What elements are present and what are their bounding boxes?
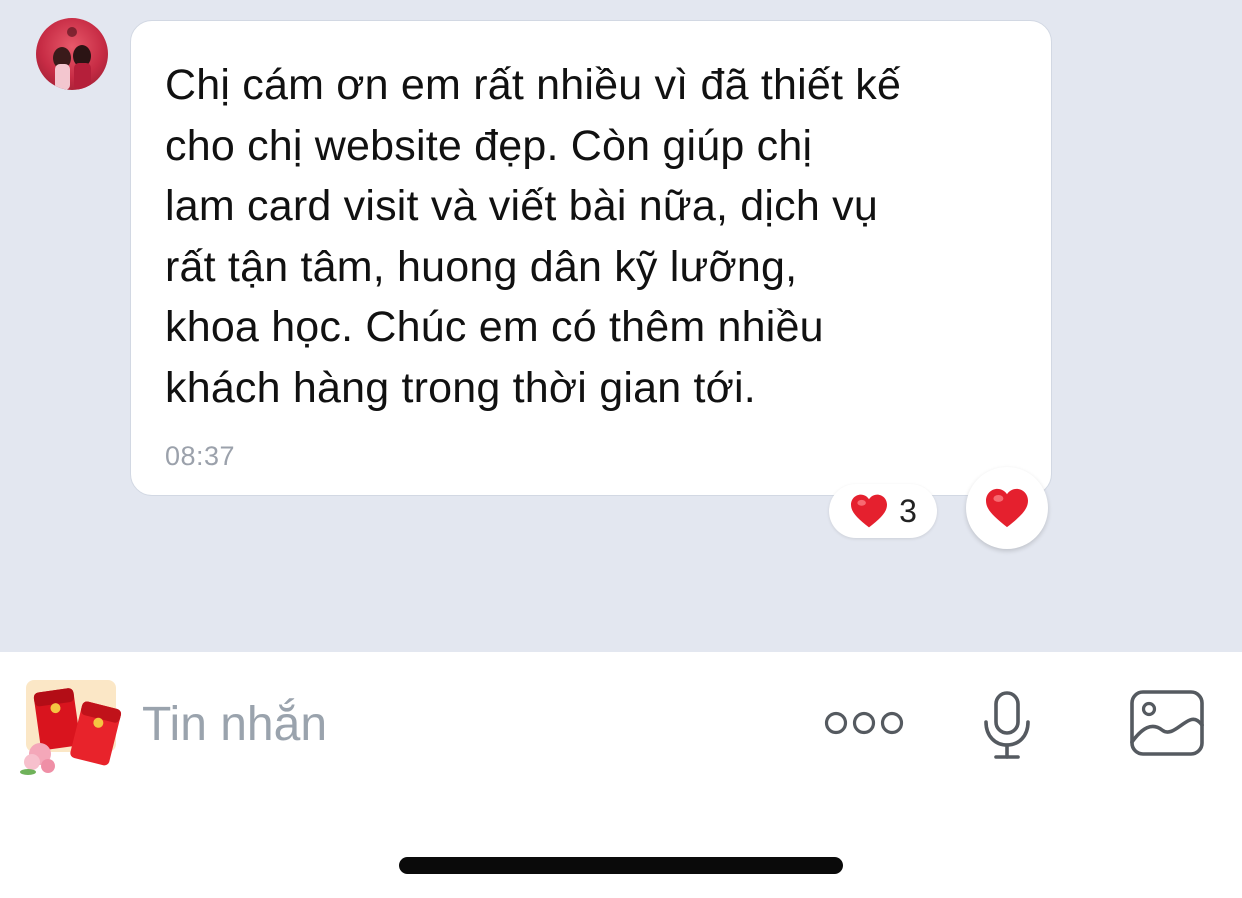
- sender-avatar[interactable]: [36, 18, 108, 90]
- message-composer: [0, 652, 1242, 792]
- more-icon[interactable]: [822, 707, 906, 739]
- message-bubble[interactable]: Chị cám ơn em rất nhiều vì đã thiết kế c…: [130, 20, 1052, 496]
- reaction-count: 3: [899, 492, 917, 529]
- image-icon[interactable]: [1128, 688, 1206, 758]
- message-timestamp: 08:37: [165, 441, 236, 471]
- avatar-image: [53, 27, 91, 90]
- message-input[interactable]: [142, 692, 782, 756]
- chat-area: Chị cám ơn em rất nhiều vì đã thiết kế c…: [0, 0, 1242, 652]
- reaction-summary[interactable]: 3: [829, 484, 937, 538]
- microphone-icon[interactable]: [980, 690, 1034, 760]
- heart-icon: [986, 488, 1028, 528]
- message-text: Chị cám ơn em rất nhiều vì đã thiết kế c…: [165, 61, 902, 412]
- react-heart-button[interactable]: [966, 467, 1048, 549]
- sticker-icon[interactable]: [18, 676, 128, 776]
- home-indicator[interactable]: [399, 857, 843, 874]
- heart-icon: [851, 494, 888, 528]
